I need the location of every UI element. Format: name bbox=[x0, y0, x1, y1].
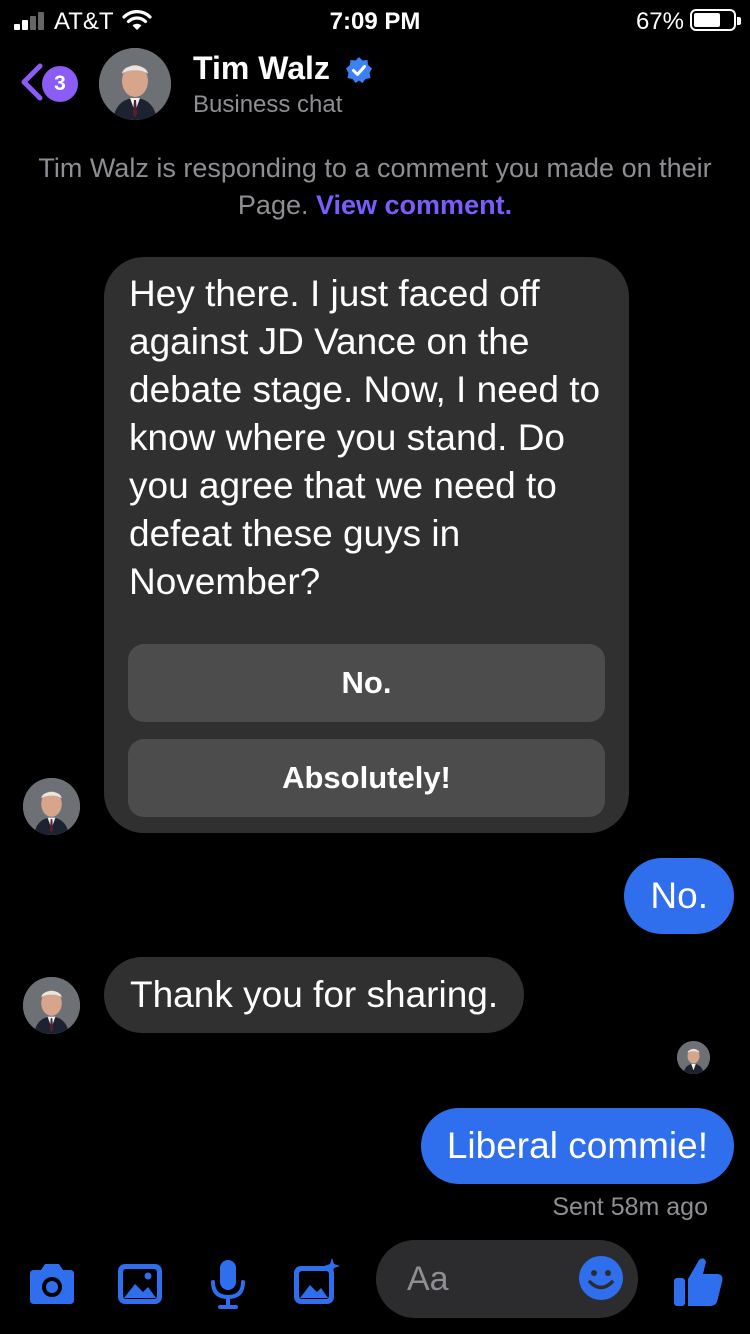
outgoing-message-bubble: Liberal commie! bbox=[420, 1108, 734, 1184]
context-notice: Tim Walz is responding to a comment you … bbox=[30, 150, 720, 224]
status-bar: AT&T 7:09 PM 67% bbox=[0, 0, 750, 40]
unread-count-badge[interactable]: 3 bbox=[42, 66, 78, 102]
message-input-placeholder: Aa bbox=[407, 1260, 449, 1298]
contact-name[interactable]: Tim Walz bbox=[193, 50, 330, 87]
battery-icon bbox=[690, 9, 741, 31]
incoming-message-bubble: Hey there. I just faced off against JD V… bbox=[104, 257, 629, 833]
sender-avatar[interactable] bbox=[23, 977, 80, 1034]
message-text: Hey there. I just faced off against JD V… bbox=[129, 273, 601, 602]
battery-percentage: 67% bbox=[635, 8, 684, 35]
view-comment-link[interactable]: View comment. bbox=[316, 190, 512, 220]
quick-reply-absolutely-button[interactable]: Absolutely! bbox=[128, 739, 605, 817]
verified-badge-icon bbox=[345, 56, 373, 84]
thumbs-up-icon[interactable] bbox=[670, 1252, 726, 1310]
contact-avatar[interactable] bbox=[99, 48, 171, 120]
composer-bar: Aa bbox=[0, 1234, 750, 1334]
camera-icon[interactable] bbox=[24, 1256, 80, 1312]
sender-avatar[interactable] bbox=[23, 778, 80, 835]
incoming-message-bubble: Thank you for sharing. bbox=[104, 957, 525, 1033]
smiley-icon[interactable] bbox=[578, 1255, 624, 1301]
microphone-icon[interactable] bbox=[200, 1256, 256, 1312]
conversation-header: 3 Tim Walz Business chat bbox=[0, 40, 750, 136]
sent-status: Sent 58m ago bbox=[552, 1193, 708, 1221]
sticker-image-icon[interactable] bbox=[288, 1256, 344, 1312]
quick-reply-no-button[interactable]: No. bbox=[128, 644, 605, 722]
message-input[interactable]: Aa bbox=[376, 1240, 638, 1318]
contact-subtitle: Business chat bbox=[193, 91, 343, 118]
photo-icon[interactable] bbox=[112, 1256, 168, 1312]
read-receipt-avatar bbox=[677, 1041, 710, 1074]
outgoing-message-bubble: No. bbox=[624, 858, 734, 934]
